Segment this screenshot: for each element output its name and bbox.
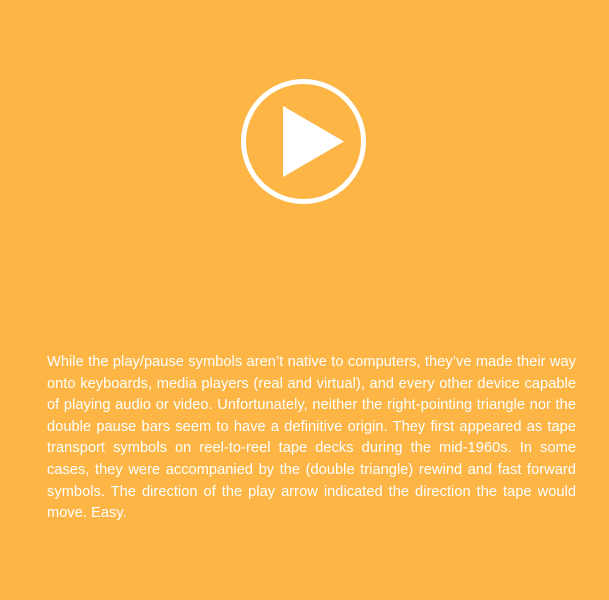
play-button[interactable] [240,78,367,205]
play-circle-icon [241,79,366,204]
article-text: While the play/pause symbols aren’t nati… [47,354,576,522]
